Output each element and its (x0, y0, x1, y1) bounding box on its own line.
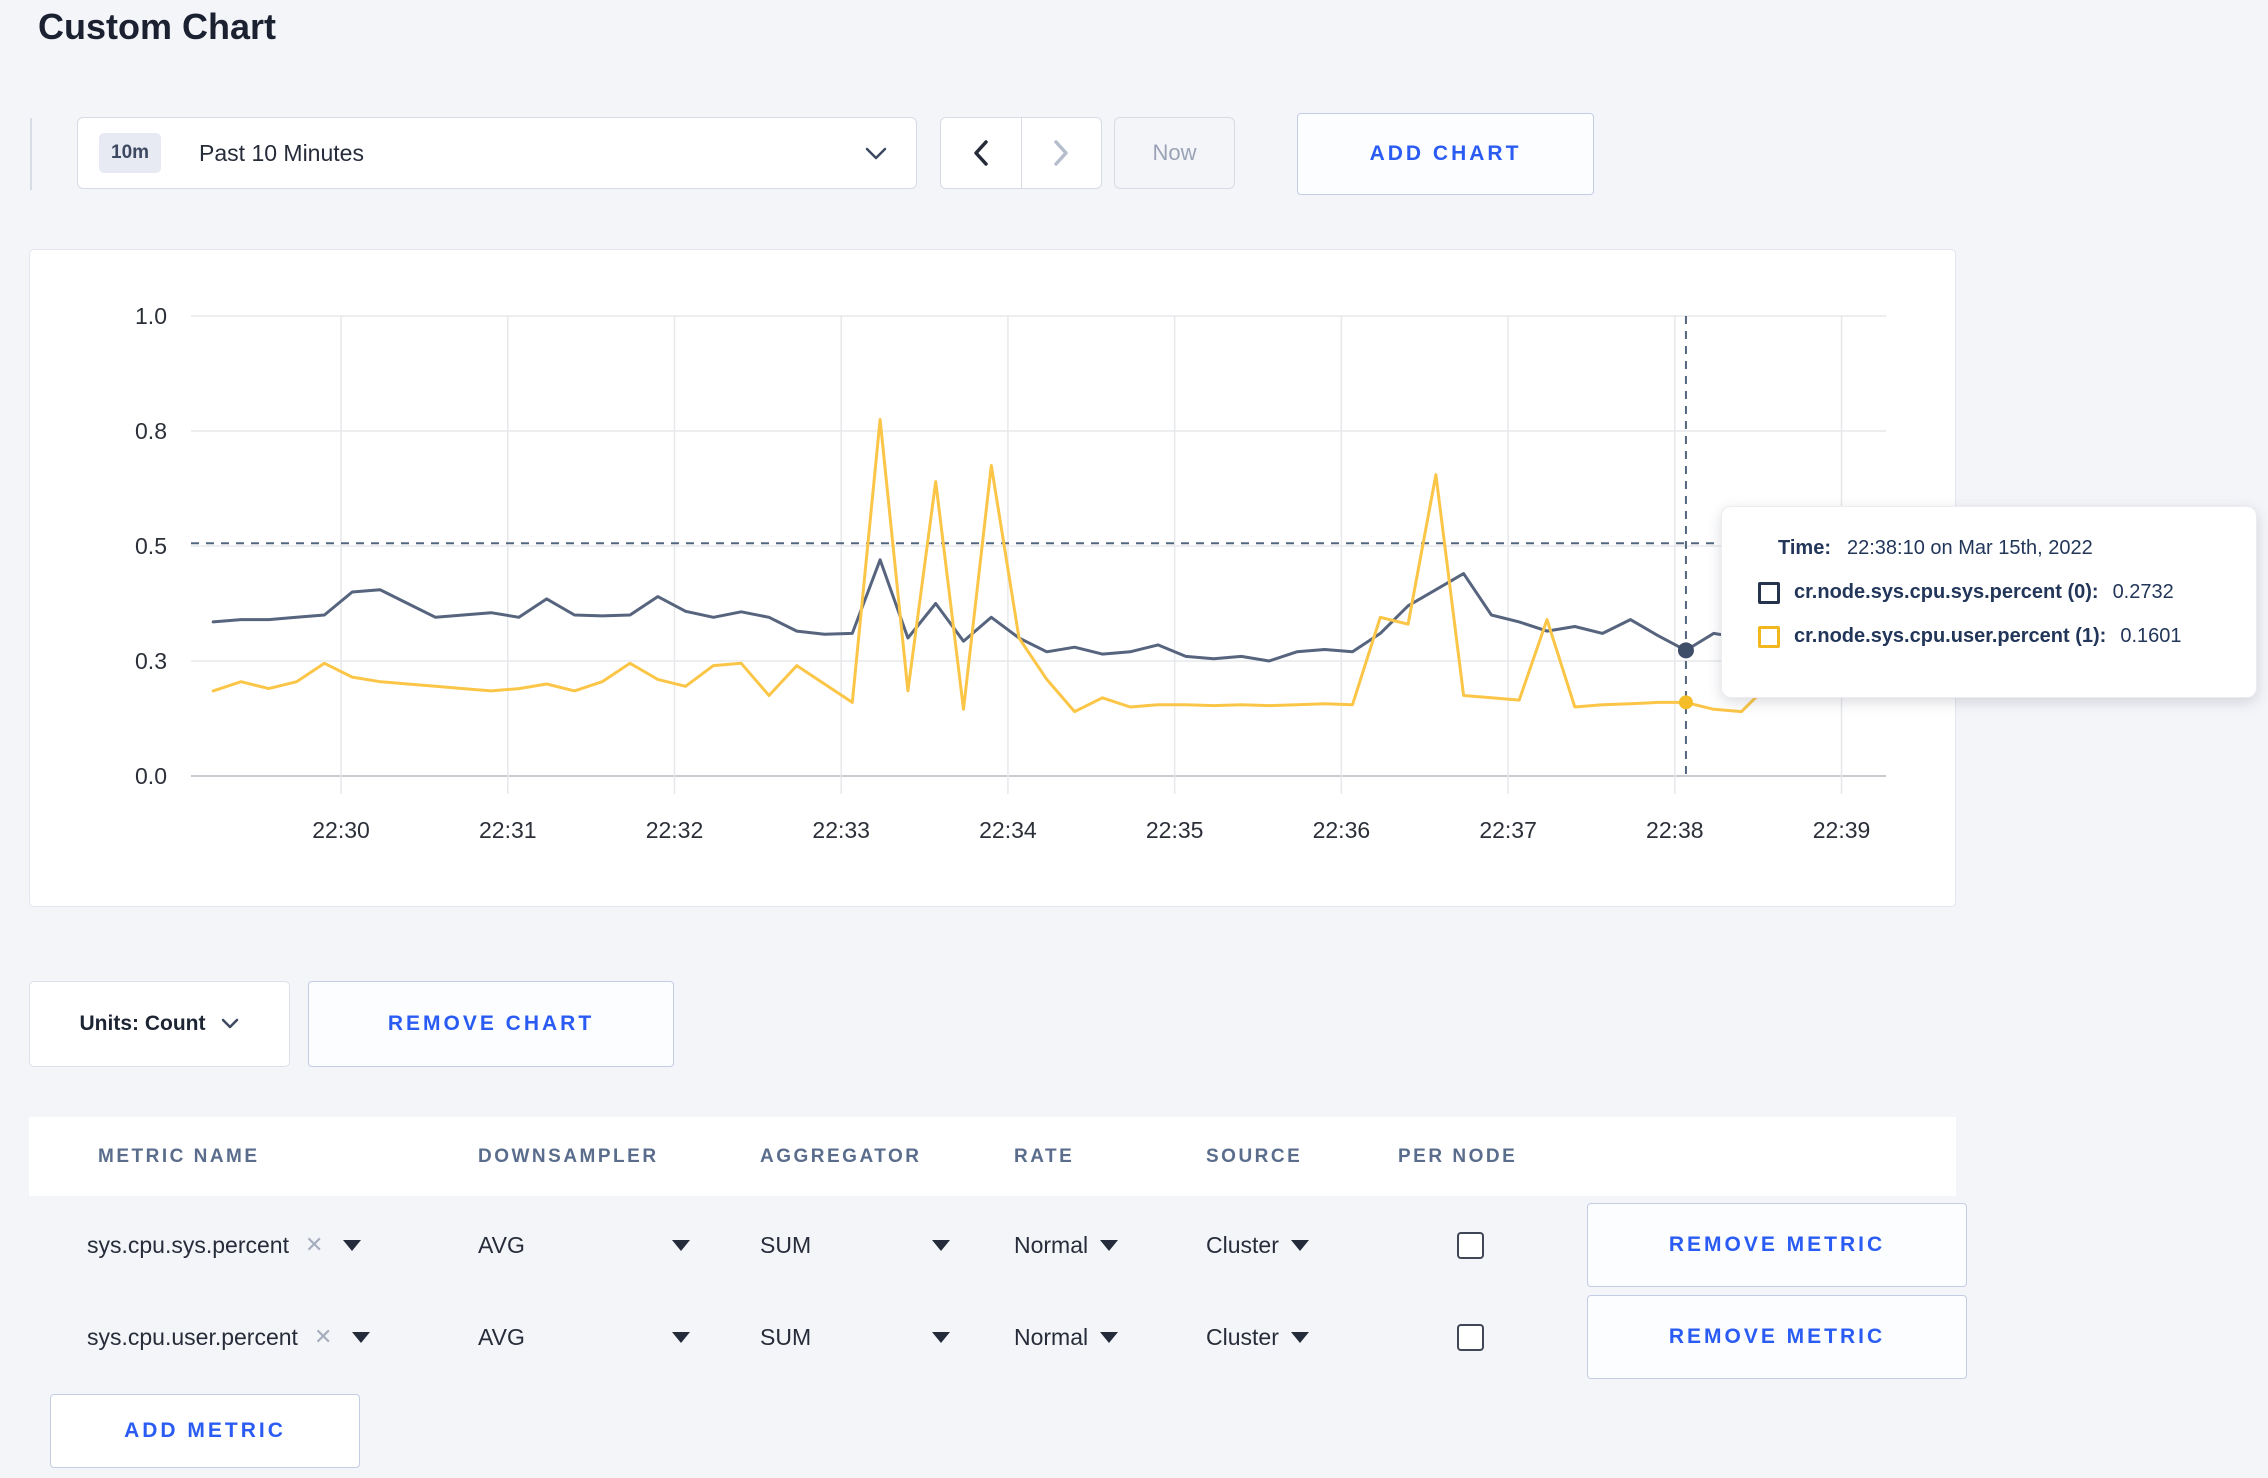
series-line-sys (211, 558, 1882, 663)
x-axis-tick-label: 22:33 (812, 817, 870, 843)
remove-metric-button[interactable]: REMOVE METRIC (1587, 1203, 1967, 1287)
metrics-table-header: METRIC NAME DOWNSAMPLER AGGREGATOR RATE … (29, 1117, 1956, 1196)
user-series-swatch-icon (1758, 625, 1780, 648)
aggregator-select[interactable]: SUM (760, 1199, 950, 1291)
caret-down-icon (932, 1331, 950, 1343)
chevron-left-icon (974, 140, 988, 166)
caret-down-icon (1290, 1239, 1309, 1251)
hover-dot-user (1678, 695, 1693, 710)
units-dropdown[interactable]: Units: Count (29, 981, 290, 1067)
caret-down-icon (1100, 1239, 1119, 1251)
chart-tooltip: Time: 22:38:10 on Mar 15th, 2022 cr.node… (1721, 506, 2257, 698)
tooltip-metric-value: 0.1601 (2120, 625, 2182, 647)
chevron-right-icon (1054, 140, 1068, 166)
time-window-badge: 10m (99, 133, 162, 173)
downsampler-value: AVG (478, 1231, 525, 1258)
x-axis-tick-label: 22:37 (1479, 817, 1537, 843)
series-line-user (211, 418, 1882, 714)
rate-value: Normal (1014, 1231, 1089, 1258)
y-axis-tick-label: 0.0 (135, 763, 167, 789)
time-window-dropdown[interactable]: 10m Past 10 Minutes (77, 117, 917, 189)
time-nav-group (940, 117, 1102, 189)
x-axis-tick-label: 22:30 (312, 817, 370, 843)
col-header-metric-name: METRIC NAME (98, 1145, 260, 1167)
page-title: Custom Chart (38, 6, 277, 47)
source-select[interactable]: Cluster (1206, 1291, 1309, 1383)
chart-card: 0.0 0.3 0.5 0.8 1.0 22:30 22:31 22:32 22:33 22:34… (29, 249, 1956, 907)
custom-chart-page: Custom Chart 10m Past 10 Minutes Now ADD… (0, 0, 2268, 1478)
toolbar-divider (30, 118, 32, 190)
clear-metric-icon[interactable]: ✕ (305, 1232, 323, 1258)
col-header-aggregator: AGGREGATOR (760, 1145, 922, 1167)
caret-down-icon (672, 1331, 690, 1343)
per-node-checkbox[interactable] (1457, 1231, 1484, 1259)
col-header-rate: RATE (1014, 1145, 1075, 1167)
remove-metric-button[interactable]: REMOVE METRIC (1587, 1295, 1967, 1379)
y-axis-tick-label: 1.0 (135, 303, 167, 329)
tooltip-metric-label: cr.node.sys.cpu.sys.percent (0): (1794, 581, 2099, 603)
per-node-cell (1457, 1199, 1484, 1291)
source-select[interactable]: Cluster (1206, 1199, 1309, 1291)
tooltip-time-value: 22:38:10 on Mar 15th, 2022 (1846, 537, 2093, 559)
chevron-down-icon (222, 1018, 239, 1029)
x-axis-tick-label: 22:35 (1146, 817, 1204, 843)
metric-name-select[interactable]: sys.cpu.user.percent ✕ (87, 1291, 371, 1383)
per-node-checkbox[interactable] (1457, 1323, 1484, 1351)
x-axis-tick-label: 22:34 (979, 817, 1037, 843)
tooltip-series-row: cr.node.sys.cpu.sys.percent (0): 0.2732 (1758, 581, 2228, 604)
x-axis-tick-label: 22:31 (479, 817, 537, 843)
metric-row: sys.cpu.user.percent ✕ AVG SUM Normal Cl… (29, 1291, 1967, 1383)
caret-down-icon (932, 1239, 950, 1251)
prev-range-button[interactable] (941, 118, 1021, 188)
rate-select[interactable]: Normal (1014, 1199, 1119, 1291)
aggregator-value: SUM (760, 1323, 812, 1350)
aggregator-value: SUM (760, 1231, 812, 1258)
tooltip-series-row: cr.node.sys.cpu.user.percent (1): 0.1601 (1758, 625, 2228, 648)
x-axis-tick-label: 22:39 (1813, 817, 1871, 843)
tooltip-time-row: Time: 22:38:10 on Mar 15th, 2022 (1758, 537, 2228, 560)
clear-metric-icon[interactable]: ✕ (314, 1324, 332, 1350)
metric-name-value: sys.cpu.sys.percent (87, 1231, 289, 1258)
hover-dot-sys (1677, 642, 1694, 659)
y-axis-tick-label: 0.5 (135, 533, 167, 559)
sys-series-swatch-icon (1758, 581, 1780, 604)
metric-name-value: sys.cpu.user.percent (87, 1323, 298, 1350)
downsampler-value: AVG (478, 1323, 525, 1350)
x-axis-tick-label: 22:32 (646, 817, 704, 843)
col-header-downsampler: DOWNSAMPLER (478, 1145, 659, 1167)
rate-select[interactable]: Normal (1014, 1291, 1119, 1383)
x-axis-tick-label: 22:38 (1646, 817, 1704, 843)
caret-down-icon (1100, 1331, 1119, 1343)
downsampler-select[interactable]: AVG (478, 1199, 690, 1291)
add-chart-button[interactable]: ADD CHART (1297, 113, 1594, 195)
y-axis-tick-label: 0.3 (135, 648, 167, 674)
x-axis-tick-label: 22:36 (1313, 817, 1371, 843)
timeseries-chart[interactable]: 0.0 0.3 0.5 0.8 1.0 22:30 22:31 22:32 22:33 22:34… (30, 250, 1955, 906)
now-button[interactable]: Now (1114, 117, 1235, 189)
caret-down-icon (352, 1331, 371, 1343)
downsampler-select[interactable]: AVG (478, 1291, 690, 1383)
add-metric-button[interactable]: ADD METRIC (50, 1394, 360, 1468)
metric-name-select[interactable]: sys.cpu.sys.percent ✕ (87, 1199, 362, 1291)
chevron-down-icon (865, 147, 887, 159)
aggregator-select[interactable]: SUM (760, 1291, 950, 1383)
units-label: Units: Count (79, 1012, 206, 1035)
source-value: Cluster (1206, 1323, 1279, 1350)
tooltip-time-label: Time: (1778, 537, 1831, 559)
next-range-button[interactable] (1020, 118, 1102, 188)
col-header-source: SOURCE (1206, 1145, 1303, 1167)
per-node-cell (1457, 1291, 1484, 1383)
source-value: Cluster (1206, 1231, 1279, 1258)
time-window-label: Past 10 Minutes (199, 139, 364, 166)
y-axis-tick-label: 0.8 (135, 418, 167, 444)
caret-down-icon (343, 1239, 362, 1251)
tooltip-metric-label: cr.node.sys.cpu.user.percent (1): (1794, 625, 2107, 647)
col-header-per-node: PER NODE (1398, 1145, 1518, 1167)
tooltip-metric-value: 0.2732 (2112, 581, 2174, 603)
remove-chart-button[interactable]: REMOVE CHART (308, 981, 674, 1067)
caret-down-icon (1290, 1331, 1309, 1343)
metric-row: sys.cpu.sys.percent ✕ AVG SUM Normal Clu… (29, 1199, 1967, 1291)
rate-value: Normal (1014, 1323, 1089, 1350)
caret-down-icon (672, 1239, 690, 1251)
